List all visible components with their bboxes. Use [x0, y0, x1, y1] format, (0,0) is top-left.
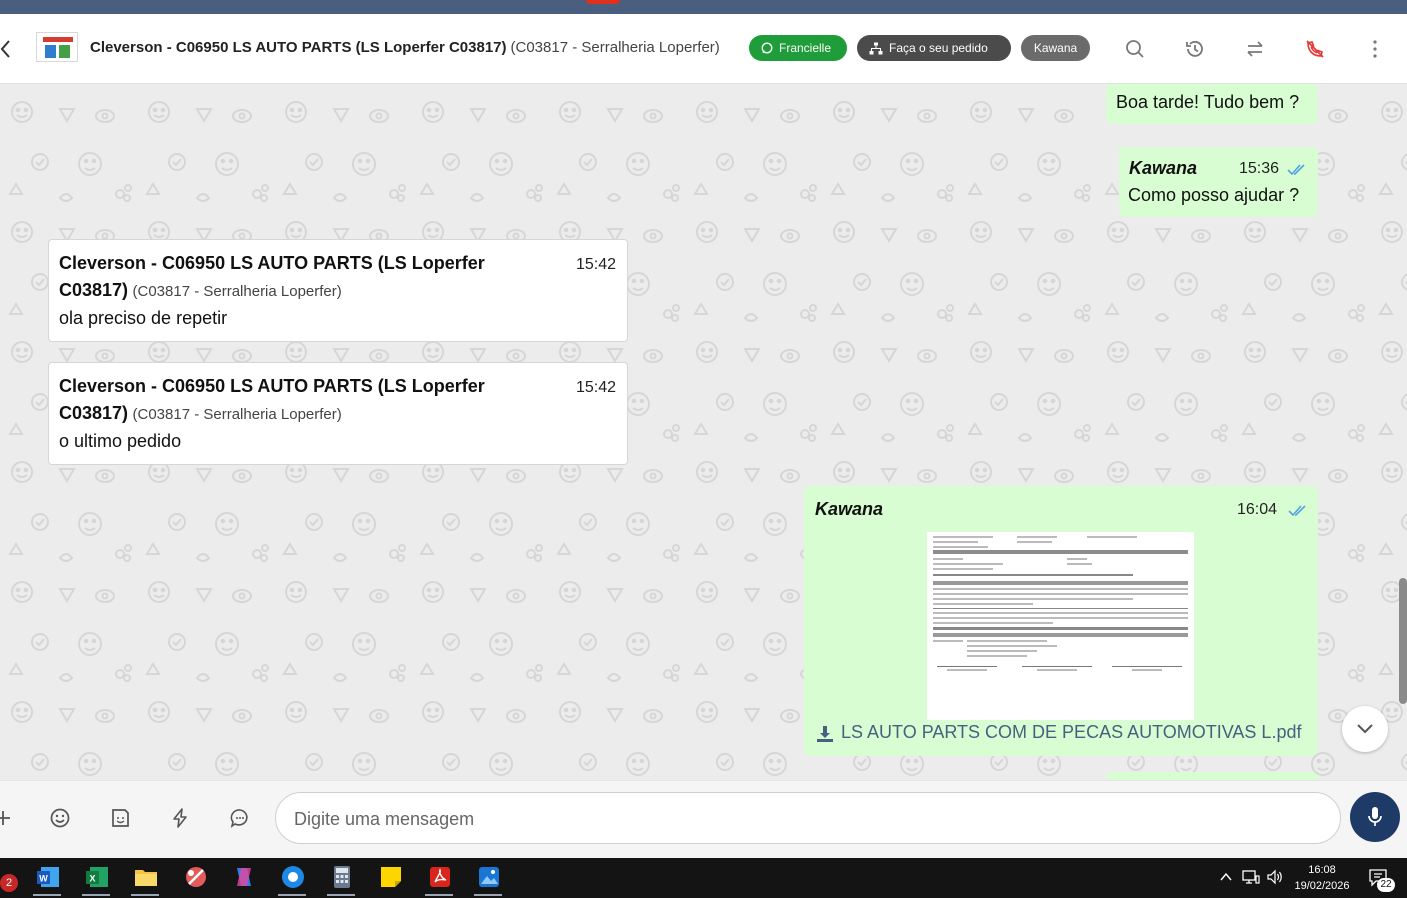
- message-text: ola preciso de repetir: [59, 308, 228, 328]
- contact-name: Cleverson - C06950 LS AUTO PARTS (LS Lop…: [90, 39, 507, 56]
- attachment-filename-link[interactable]: LS AUTO PARTS COM DE PECAS AUTOMOTIVAS L…: [841, 722, 1301, 743]
- emoji-icon[interactable]: [49, 807, 71, 829]
- snipping-tool-icon[interactable]: [183, 864, 209, 890]
- scroll-to-bottom-button[interactable]: [1342, 706, 1388, 752]
- message-incoming[interactable]: Cleverson - C06950 LS AUTO PARTS (LS Lop…: [48, 239, 628, 342]
- clock-time: 16:08: [1308, 864, 1336, 876]
- contact-avatar[interactable]: [36, 32, 78, 62]
- browser-icon[interactable]: [280, 864, 306, 890]
- message-outgoing-attachment[interactable]: Kawana 16:04 LS AUTO PARTS COM DE PECAS …: [804, 486, 1318, 756]
- user-tag-label: Kawana: [1033, 41, 1078, 55]
- more-options-icon[interactable]: [1364, 38, 1386, 60]
- chevron-down-icon: [1357, 724, 1373, 734]
- svg-text:W: W: [39, 874, 48, 884]
- contact-title[interactable]: Cleverson - C06950 LS AUTO PARTS (LS Lop…: [90, 39, 720, 56]
- clock-date: 19/02/2026: [1294, 880, 1350, 892]
- os-taskbar: 2 W X 16:08 19/02/2026 22: [0, 858, 1407, 898]
- contact-subtitle: (C03817 - Serralheria Loperfer): [510, 39, 720, 56]
- message-outgoing[interactable]: Kawana 15:36 Como posso ajudar ?: [1119, 147, 1318, 217]
- agent-tag[interactable]: Francielle: [749, 35, 847, 61]
- sender-subtitle: (C03817 - Serralheria Loperfer): [132, 283, 342, 300]
- message-outgoing[interactable]: Boa tarde! Tudo bem ?: [1106, 84, 1318, 124]
- microphone-icon: [1368, 807, 1382, 826]
- chat-header: Cleverson - C06950 LS AUTO PARTS (LS Lop…: [0, 14, 1407, 84]
- notification-count-badge: 22: [1377, 878, 1395, 892]
- messages-panel[interactable]: Boa tarde! Tudo bem ? Kawana 15:36 Como …: [0, 84, 1407, 780]
- message-text: Como posso ajudar ?: [1128, 185, 1300, 205]
- message-outgoing-partial: [1106, 772, 1318, 780]
- whatsapp-icon: [761, 42, 773, 54]
- pdf-preview-thumbnail[interactable]: [927, 532, 1194, 720]
- message-incoming[interactable]: Cleverson - C06950 LS AUTO PARTS (LS Lop…: [48, 362, 628, 465]
- system-clock[interactable]: 16:08 19/02/2026: [1292, 862, 1352, 894]
- sender-name-cont: C03817): [59, 403, 129, 423]
- excel-app-icon[interactable]: X: [84, 864, 110, 890]
- back-arrow-icon[interactable]: [0, 38, 12, 60]
- chat-bubble-icon[interactable]: [229, 807, 251, 829]
- sitemap-icon: [869, 42, 883, 54]
- order-tag-label: Faça o seu pedido: [889, 41, 988, 55]
- message-time: 15:42: [576, 256, 617, 273]
- message-author: Kawana: [1129, 158, 1198, 178]
- history-icon[interactable]: [1184, 38, 1206, 60]
- message-time: 16:04: [1237, 501, 1278, 518]
- plus-icon[interactable]: [0, 807, 14, 829]
- transfer-icon[interactable]: [1244, 38, 1266, 60]
- sender-block: Cleverson - C06950 LS AUTO PARTS (LS Lop…: [59, 250, 539, 304]
- quick-reply-bolt-icon[interactable]: [169, 807, 191, 829]
- sender-name-cont: C03817): [59, 280, 129, 300]
- volume-icon[interactable]: [1266, 869, 1284, 885]
- window-top-strip: [0, 0, 1407, 14]
- copilot-icon[interactable]: [231, 864, 257, 890]
- chevron-up-icon[interactable]: [1219, 871, 1233, 883]
- order-tag[interactable]: Faça o seu pedido: [857, 35, 1011, 61]
- sender-block: Cleverson - C06950 LS AUTO PARTS (LS Lop…: [59, 373, 539, 427]
- acrobat-icon[interactable]: [427, 864, 453, 890]
- message-text: Boa tarde! Tudo bem ?: [1116, 92, 1300, 112]
- download-icon[interactable]: [816, 725, 834, 743]
- photos-icon[interactable]: [476, 864, 502, 890]
- agent-tag-label: Francielle: [779, 41, 832, 55]
- sender-name: Cleverson - C06950 LS AUTO PARTS (LS Lop…: [59, 253, 485, 273]
- network-icon[interactable]: [1241, 869, 1261, 885]
- user-tag[interactable]: Kawana: [1021, 35, 1090, 61]
- message-text: o ultimo pedido: [59, 431, 182, 451]
- search-icon[interactable]: [1124, 38, 1146, 60]
- message-input[interactable]: [294, 805, 1314, 833]
- calculator-icon[interactable]: [329, 864, 355, 890]
- chat-scrollbar[interactable]: [1399, 578, 1407, 704]
- read-ticks-icon: [1287, 164, 1305, 176]
- message-input-wrapper[interactable]: [275, 792, 1341, 844]
- top-notch: [586, 0, 620, 4]
- voice-record-button[interactable]: [1350, 792, 1400, 842]
- message-time: 15:36: [1239, 160, 1280, 177]
- sender-name: Cleverson - C06950 LS AUTO PARTS (LS Lop…: [59, 376, 485, 396]
- sticky-notes-icon[interactable]: [378, 864, 404, 890]
- sender-subtitle: (C03817 - Serralheria Loperfer): [132, 406, 342, 423]
- word-app-icon[interactable]: W: [35, 864, 61, 890]
- file-explorer-icon[interactable]: [133, 864, 159, 890]
- svg-text:X: X: [89, 874, 95, 884]
- message-time: 15:42: [576, 379, 617, 396]
- message-composer: [0, 780, 1407, 858]
- end-call-icon[interactable]: [1304, 38, 1326, 60]
- read-ticks-icon: [1288, 505, 1306, 517]
- sticker-icon[interactable]: [109, 807, 131, 829]
- taskbar-badge[interactable]: 2: [0, 874, 18, 892]
- message-author: Kawana: [815, 499, 884, 519]
